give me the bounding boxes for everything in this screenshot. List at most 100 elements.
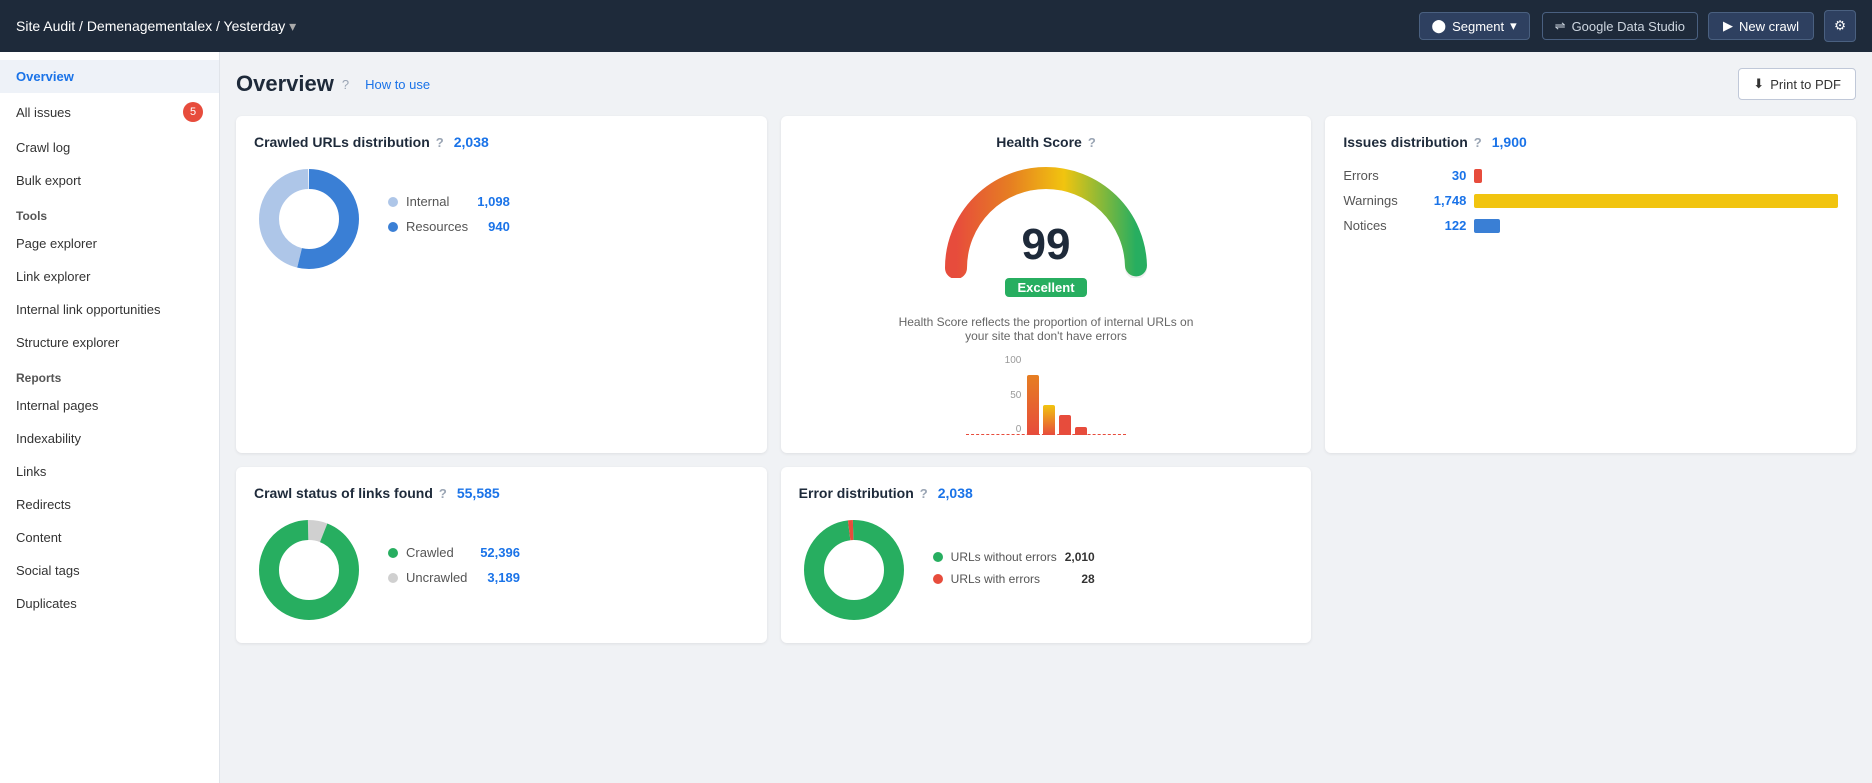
resources-label: Resources bbox=[406, 219, 468, 234]
segment-button[interactable]: ⬤ Segment ▾ bbox=[1419, 12, 1530, 40]
page-header-left: Overview ? How to use bbox=[236, 71, 438, 97]
how-to-use-button[interactable]: How to use bbox=[357, 73, 438, 96]
page-title-help-icon[interactable]: ? bbox=[342, 77, 349, 92]
new-crawl-label: New crawl bbox=[1739, 19, 1799, 34]
gear-icon: ⚙ bbox=[1834, 18, 1846, 34]
threshold-line bbox=[966, 434, 1126, 435]
health-score-help-icon[interactable]: ? bbox=[1088, 135, 1096, 150]
crawl-status-donut bbox=[254, 515, 364, 625]
tools-section-label: Tools bbox=[0, 197, 219, 227]
play-icon: ▶ bbox=[1723, 18, 1733, 34]
card-error-dist: Error distribution ? 2,038 bbox=[781, 467, 1312, 643]
legend-crawled: Crawled 52,396 bbox=[388, 545, 520, 560]
sidebar-internal-link-opp-label: Internal link opportunities bbox=[16, 302, 161, 317]
sidebar-social-tags-label: Social tags bbox=[16, 563, 80, 578]
error-dist-row: URLs without errors 2,010 URLs with erro… bbox=[799, 515, 1294, 625]
mini-bar-2 bbox=[1043, 405, 1055, 435]
issues-dist-help-icon[interactable]: ? bbox=[1474, 135, 1482, 150]
resources-val: 940 bbox=[488, 219, 510, 234]
new-crawl-button[interactable]: ▶ New crawl bbox=[1708, 12, 1814, 40]
error-dist-legend: URLs without errors 2,010 URLs with erro… bbox=[933, 550, 1095, 594]
errors-bar bbox=[1474, 169, 1481, 183]
internal-val: 1,098 bbox=[477, 194, 510, 209]
with-error-dot bbox=[933, 574, 943, 584]
crawled-urls-title: Crawled URLs distribution ? 2,038 bbox=[254, 134, 749, 150]
sidebar-item-links[interactable]: Links bbox=[0, 455, 219, 488]
with-error-val: 28 bbox=[1081, 572, 1094, 586]
crawl-status-inner: Crawled 52,396 Uncrawled 3,189 bbox=[254, 515, 749, 625]
sidebar-item-link-explorer[interactable]: Link explorer bbox=[0, 260, 219, 293]
error-dist-donut bbox=[799, 515, 909, 625]
sidebar-overview-label: Overview bbox=[16, 69, 74, 84]
legend-no-error: URLs without errors 2,010 bbox=[933, 550, 1095, 564]
reports-section-label: Reports bbox=[0, 359, 219, 389]
crawl-status-help-icon[interactable]: ? bbox=[439, 486, 447, 501]
gauge-area: 99 bbox=[936, 158, 1156, 278]
internal-dot bbox=[388, 197, 398, 207]
sidebar-item-crawl-log[interactable]: Crawl log bbox=[0, 131, 219, 164]
page-header: Overview ? How to use ⬇ Print to PDF bbox=[236, 68, 1856, 100]
donut-row: Internal 1,098 Resources 940 bbox=[254, 164, 749, 274]
print-label: Print to PDF bbox=[1770, 77, 1841, 92]
mini-bar-3 bbox=[1059, 415, 1071, 435]
gds-button[interactable]: ⇌ Google Data Studio bbox=[1542, 12, 1698, 40]
error-dist-title-text: Error distribution bbox=[799, 485, 914, 501]
excellent-badge: Excellent bbox=[1005, 278, 1086, 297]
crawled-val: 52,396 bbox=[480, 545, 520, 560]
y-axis-labels: 100 50 0 bbox=[1005, 355, 1022, 435]
sidebar-item-bulk-export[interactable]: Bulk export bbox=[0, 164, 219, 197]
uncrawled-val: 3,189 bbox=[487, 570, 520, 585]
notices-label: Notices bbox=[1343, 218, 1413, 233]
sidebar-duplicates-label: Duplicates bbox=[16, 596, 77, 611]
error-dist-total: 2,038 bbox=[938, 485, 973, 501]
mini-bar-1 bbox=[1027, 375, 1039, 435]
segment-icon: ⬤ bbox=[1432, 18, 1447, 34]
gds-label: Google Data Studio bbox=[1572, 19, 1685, 34]
issues-dist-rows: Errors 30 Warnings 1,748 N bbox=[1343, 168, 1838, 233]
errors-row: Errors 30 bbox=[1343, 168, 1838, 183]
sidebar-item-duplicates[interactable]: Duplicates bbox=[0, 587, 219, 620]
crawl-status-legend: Crawled 52,396 Uncrawled 3,189 bbox=[388, 545, 520, 595]
sidebar-redirects-label: Redirects bbox=[16, 497, 71, 512]
issues-dist-title-text: Issues distribution bbox=[1343, 134, 1467, 150]
health-score-title: Health Score ? bbox=[799, 134, 1294, 150]
sidebar: Overview All issues 5 Crawl log Bulk exp… bbox=[0, 52, 220, 783]
crawled-urls-help-icon[interactable]: ? bbox=[436, 135, 444, 150]
sidebar-item-redirects[interactable]: Redirects bbox=[0, 488, 219, 521]
card-crawl-status: Crawl status of links found ? 55,585 bbox=[236, 467, 767, 643]
sidebar-item-content[interactable]: Content bbox=[0, 521, 219, 554]
gds-icon: ⇌ bbox=[1555, 18, 1566, 34]
sidebar-internal-pages-label: Internal pages bbox=[16, 398, 98, 413]
sidebar-item-indexability[interactable]: Indexability bbox=[0, 422, 219, 455]
sidebar-all-issues-label: All issues bbox=[16, 105, 71, 120]
sidebar-item-social-tags[interactable]: Social tags bbox=[0, 554, 219, 587]
health-score-title-text: Health Score bbox=[996, 134, 1082, 150]
sidebar-item-structure-explorer[interactable]: Structure explorer bbox=[0, 326, 219, 359]
error-dist-help-icon[interactable]: ? bbox=[920, 486, 928, 501]
print-to-pdf-button[interactable]: ⬇ Print to PDF bbox=[1738, 68, 1856, 100]
errors-bar-wrap bbox=[1474, 169, 1838, 183]
sidebar-bulk-export-label: Bulk export bbox=[16, 173, 81, 188]
cards-grid: Crawled URLs distribution ? 2,038 bbox=[236, 116, 1856, 643]
sidebar-item-page-explorer[interactable]: Page explorer bbox=[0, 227, 219, 260]
sidebar-item-internal-pages[interactable]: Internal pages bbox=[0, 389, 219, 422]
sidebar-item-internal-link-opp[interactable]: Internal link opportunities bbox=[0, 293, 219, 326]
crawled-urls-total: 2,038 bbox=[454, 134, 489, 150]
warnings-bar bbox=[1474, 194, 1838, 208]
notices-val: 122 bbox=[1421, 218, 1466, 233]
sidebar-indexability-label: Indexability bbox=[16, 431, 81, 446]
settings-button[interactable]: ⚙ bbox=[1824, 10, 1856, 42]
sidebar-links-label: Links bbox=[16, 464, 46, 479]
topnav-right: ⇌ Google Data Studio ▶ New crawl ⚙ bbox=[1542, 10, 1856, 42]
uncrawled-label: Uncrawled bbox=[406, 570, 467, 585]
issues-dist-title: Issues distribution ? 1,900 bbox=[1343, 134, 1838, 150]
crawled-urls-legend: Internal 1,098 Resources 940 bbox=[388, 194, 510, 244]
notices-bar-wrap bbox=[1474, 219, 1838, 233]
sidebar-item-overview[interactable]: Overview bbox=[0, 60, 219, 93]
warnings-val: 1,748 bbox=[1421, 193, 1466, 208]
crawl-status-title: Crawl status of links found ? 55,585 bbox=[254, 485, 749, 501]
all-issues-badge: 5 bbox=[183, 102, 203, 122]
sidebar-item-all-issues[interactable]: All issues 5 bbox=[0, 93, 219, 131]
main-content: Overview ? How to use ⬇ Print to PDF Cra… bbox=[220, 52, 1872, 783]
card-health-score: Health Score ? bbox=[781, 116, 1312, 453]
